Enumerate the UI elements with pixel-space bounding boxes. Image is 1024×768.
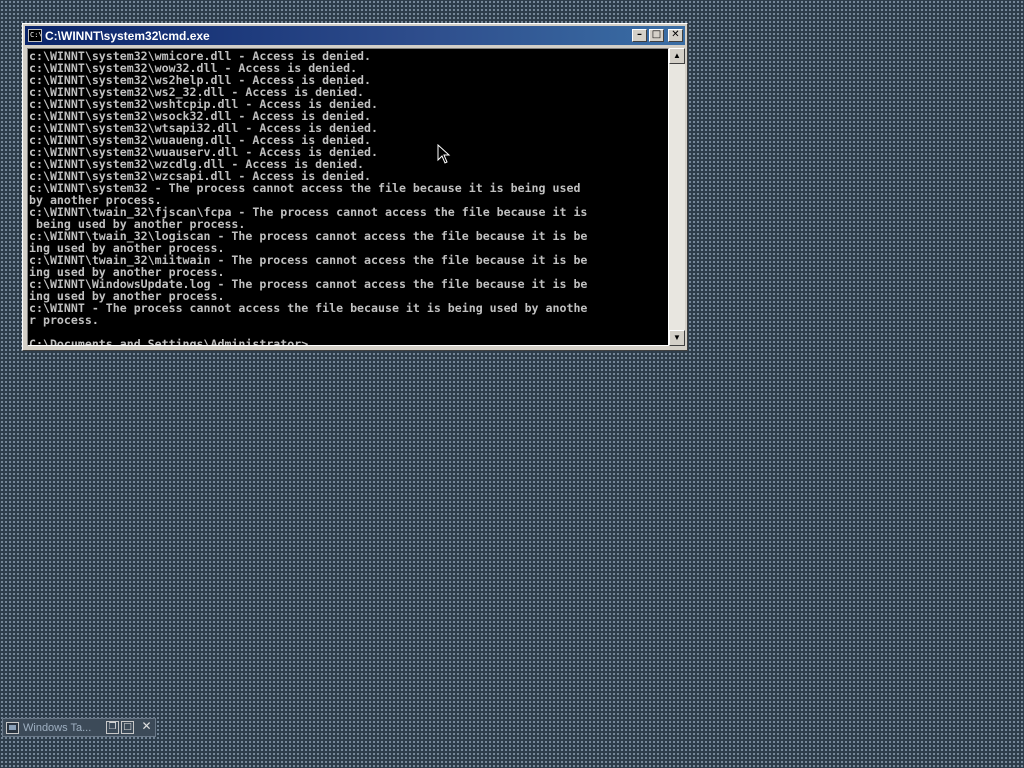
scroll-up-arrow-icon: ▲ <box>673 51 681 60</box>
minimize-button[interactable]: – <box>632 29 647 42</box>
cmd-window[interactable]: C:\ C:\WINNT\system32\cmd.exe – □ ✕ c:\W… <box>22 23 688 351</box>
window-titlebar[interactable]: C:\ C:\WINNT\system32\cmd.exe – □ ✕ <box>25 26 685 45</box>
scroll-down-arrow-icon: ▼ <box>673 333 681 342</box>
restore-icon: ❐ <box>108 722 117 732</box>
minimized-window-title[interactable]: Windows Ta... <box>23 722 106 734</box>
maximize-button[interactable]: □ <box>649 29 664 42</box>
vertical-scrollbar[interactable]: ▲ ▼ <box>669 48 685 346</box>
minimize-icon: – <box>637 29 642 40</box>
window-title: C:\WINNT\system32\cmd.exe <box>45 28 210 43</box>
close-button[interactable]: ✕ <box>668 29 683 42</box>
close-icon: ✕ <box>671 29 680 40</box>
command-prompt[interactable]: C:\Documents and Settings\Administrator> <box>29 337 668 346</box>
scroll-up-button[interactable]: ▲ <box>669 48 685 64</box>
minimized-window[interactable]: Windows Ta... ❐ □ ✕ <box>2 718 156 737</box>
console-text: c:\WINNT\system32\wmicore.dll - Access i… <box>28 49 668 346</box>
console-line: c:\WINNT - The process cannot access the… <box>29 301 588 315</box>
computer-icon <box>6 721 19 734</box>
maximize-icon: □ <box>123 722 132 732</box>
close-button[interactable]: ✕ <box>140 719 153 734</box>
console-output[interactable]: c:\WINNT\system32\wmicore.dll - Access i… <box>27 48 669 346</box>
close-icon: ✕ <box>141 719 152 733</box>
prompt-text: C:\Documents and Settings\Administrator> <box>29 337 309 346</box>
scroll-down-button[interactable]: ▼ <box>669 330 685 346</box>
maximize-button[interactable]: □ <box>121 721 134 734</box>
restore-button[interactable]: ❐ <box>106 721 119 734</box>
console-icon[interactable]: C:\ <box>28 29 42 42</box>
console-line: r process. <box>29 313 99 327</box>
maximize-icon: □ <box>651 29 662 40</box>
mouse-pointer-icon <box>437 144 451 164</box>
